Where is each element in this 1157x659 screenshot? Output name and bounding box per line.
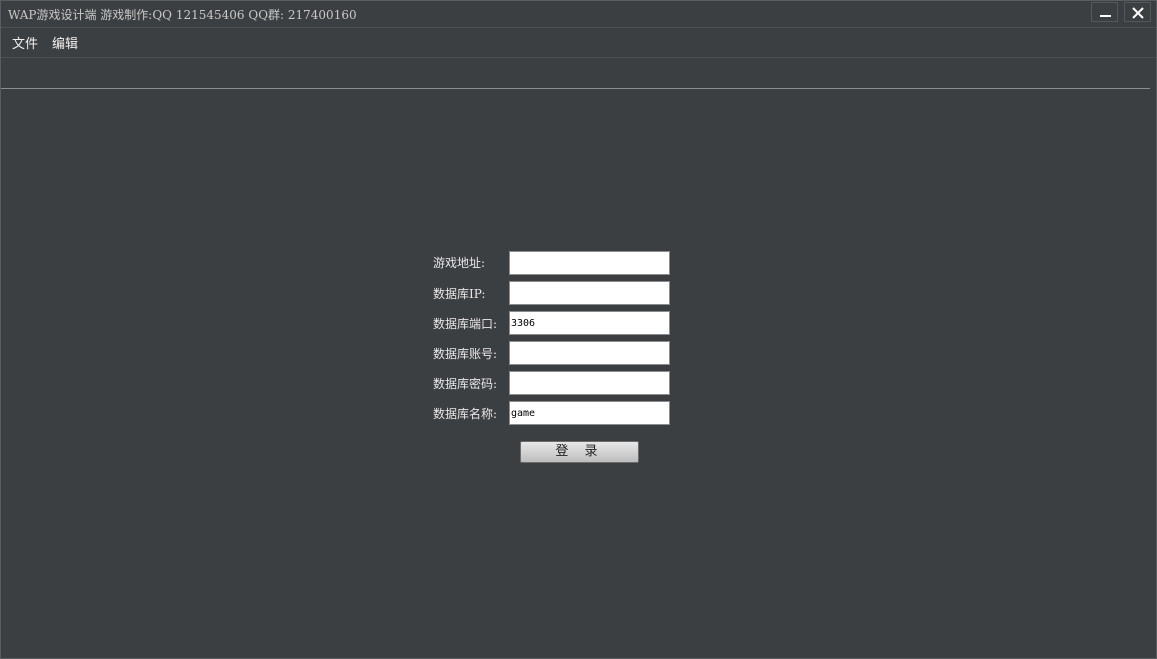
- login-button[interactable]: 登 录: [520, 441, 639, 463]
- db-account-label: 数据库账号:: [433, 347, 498, 361]
- game-address-input[interactable]: [509, 251, 670, 275]
- db-password-input[interactable]: [509, 371, 670, 395]
- db-port-label: 数据库端口:: [433, 317, 498, 331]
- db-name-input[interactable]: [509, 401, 670, 425]
- db-password-label: 数据库密码:: [433, 377, 498, 391]
- db-account-input[interactable]: [509, 341, 670, 365]
- login-form: 游戏地址: 数据库IP: 数据库端口: 数据库账号: 数据库密码: 数据库名称:…: [1, 1, 1156, 658]
- game-address-label: 游戏地址:: [433, 256, 486, 270]
- db-name-label: 数据库名称:: [433, 407, 498, 421]
- app-window: WAP游戏设计端 游戏制作:QQ 121545406 QQ群: 21740016…: [0, 0, 1157, 659]
- db-port-input[interactable]: [509, 311, 670, 335]
- db-ip-input[interactable]: [509, 281, 670, 305]
- db-ip-label: 数据库IP:: [433, 287, 486, 301]
